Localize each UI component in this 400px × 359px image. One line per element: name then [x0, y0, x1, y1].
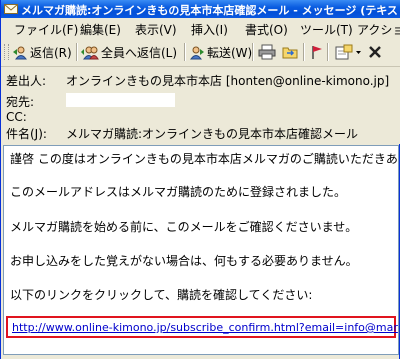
- to-label: 宛先:: [6, 95, 35, 109]
- subject-value: メルマガ購読:オンラインきもの見本市本店確認メール: [66, 127, 359, 141]
- move-to-folder-button[interactable]: [282, 43, 300, 61]
- toolbar-grip[interactable]: [4, 44, 9, 60]
- message-headers: 差出人: オンラインきもの見本市本店 [honten@online-kimono…: [1, 67, 400, 144]
- dropdown-arrow-icon: [356, 51, 361, 54]
- body-line: 謹啓 この度はオンラインきもの見本市本店メルマガのご購読いただきあ: [10, 152, 398, 166]
- window-title: メルマガ購読:オンラインきもの見本市本店確認メール - メッセージ (テキスト形…: [21, 4, 400, 17]
- confirm-subscription-link[interactable]: http://www.online-kimono.jp/subscribe_co…: [12, 321, 398, 334]
- toolbar-separator: [303, 43, 305, 61]
- to-value[interactable]: [66, 93, 175, 107]
- forward-icon: [190, 46, 204, 60]
- body-line: お申し込みをした覚えがない場合は、何もする必要ありません。: [10, 254, 358, 268]
- reply-all-label: 全員へ返信(L): [101, 45, 178, 60]
- options-icon: [335, 44, 353, 60]
- toolbar-separator: [327, 43, 329, 61]
- print-button[interactable]: [258, 43, 278, 61]
- message-window: メルマガ購読:オンラインきもの見本市本店確認メール - メッセージ (テキスト形…: [0, 0, 400, 359]
- menu-edit[interactable]: 編集(E): [80, 21, 121, 38]
- menu-tools[interactable]: ツール(T): [300, 21, 353, 38]
- body-line: メルマガ購読を始める前に、このメールをご確認くださいませ。: [10, 220, 358, 234]
- toolbar-separator: [76, 43, 78, 61]
- toolbar-separator: [184, 43, 186, 61]
- message-options-button[interactable]: [335, 43, 364, 61]
- envelope-icon: [4, 2, 18, 15]
- move-to-folder-icon: [282, 47, 298, 59]
- reply-all-icon: [81, 46, 99, 60]
- forward-label: 転送(W): [207, 45, 253, 60]
- menu-bar: ファイル(F) 編集(E) 表示(V) 挿入(I) 書式(O) ツール(T) ア…: [1, 18, 400, 39]
- delete-button[interactable]: [367, 43, 385, 61]
- reply-all-button[interactable]: 全員へ返信(L): [81, 43, 177, 61]
- menu-view[interactable]: 表示(V): [135, 21, 177, 38]
- menu-insert[interactable]: 挿入(I): [191, 21, 228, 38]
- reply-icon: [13, 46, 27, 60]
- reply-label: 返信(R): [30, 45, 72, 60]
- body-line: 以下のリンクをクリックして、購読を確認してください:: [10, 288, 313, 302]
- from-label: 差出人:: [6, 74, 47, 88]
- delete-icon: [369, 46, 381, 58]
- toolbar-separator: [252, 43, 254, 61]
- menu-actions[interactable]: アクション: [357, 21, 400, 38]
- menu-format[interactable]: 書式(O): [245, 21, 288, 38]
- menu-file[interactable]: ファイル(F): [14, 21, 78, 38]
- reply-button[interactable]: 返信(R): [12, 43, 72, 61]
- title-bar[interactable]: メルマガ購読:オンラインきもの見本市本店確認メール - メッセージ (テキスト形…: [1, 0, 400, 18]
- highlighted-link-box: http://www.online-kimono.jp/subscribe_co…: [6, 316, 398, 338]
- body-line: このメールアドレスはメルマガ購読のために登録されました。: [10, 185, 347, 199]
- forward-button[interactable]: 転送(W): [189, 43, 252, 61]
- message-body[interactable]: 謹啓 この度はオンラインきもの見本市本店メルマガのご購読いただきあ このメールア…: [3, 145, 399, 355]
- flag-icon: [312, 46, 322, 59]
- cc-label: CC:: [6, 110, 27, 124]
- from-value[interactable]: オンラインきもの見本市本店 [honten@online-kimono.jp]: [66, 72, 389, 89]
- subject-label: 件名(J):: [6, 127, 47, 141]
- printer-icon: [258, 44, 276, 60]
- toolbar: 返信(R) 全員へ返信(L) 転送(W): [1, 38, 400, 67]
- follow-up-button[interactable]: [310, 43, 326, 61]
